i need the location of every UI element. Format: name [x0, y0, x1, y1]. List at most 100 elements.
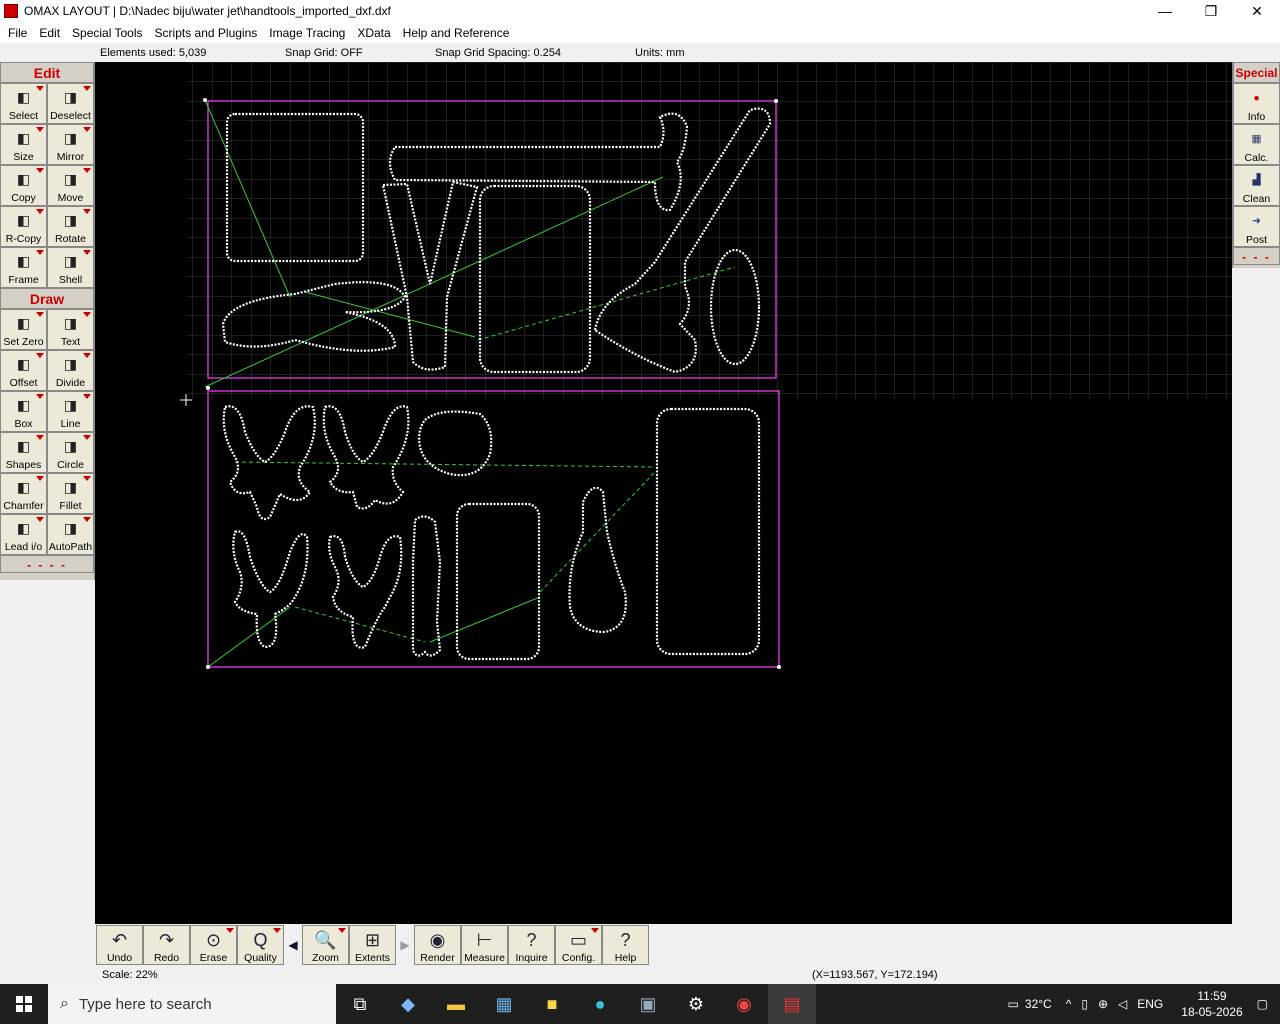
dropdown-arrow-icon: [36, 127, 44, 132]
extents-button[interactable]: ⊞ Extents: [349, 925, 396, 965]
edit-mirror-button[interactable]: ◨ Mirror: [47, 124, 94, 165]
edit-copy-button[interactable]: ◧ Copy: [0, 165, 47, 206]
draw-offset-button[interactable]: ◧ Offset: [0, 350, 47, 391]
copilot-icon[interactable]: ◆: [384, 984, 432, 1024]
menu-special-tools[interactable]: Special Tools: [66, 26, 149, 40]
special-info-button[interactable]: ● Info: [1233, 83, 1280, 124]
weather-icon[interactable]: ▭: [1008, 997, 1019, 1011]
draw-autopath-button[interactable]: ◨ AutoPath: [47, 514, 94, 555]
draw-lead-in-out-button[interactable]: ◧ Lead i/o: [0, 514, 47, 555]
edit-deselect-button[interactable]: ◨ Deselect: [47, 83, 94, 124]
draw-set-zero-button[interactable]: ◧ Set Zero: [0, 309, 47, 350]
edit-section-title: Edit: [0, 62, 94, 83]
edit-size-button[interactable]: ◧ Size: [0, 124, 47, 165]
taskbar-search[interactable]: ⌕ Type here to search: [48, 984, 336, 1024]
units-status[interactable]: Units: mm: [635, 47, 685, 59]
sticky-notes-icon[interactable]: ■: [528, 984, 576, 1024]
device-icon[interactable]: ▯: [1081, 997, 1088, 1011]
menu-help-reference[interactable]: Help and Reference: [397, 26, 516, 40]
erase-button[interactable]: ⊙ Erase: [190, 925, 237, 965]
menu-scripts-plugins[interactable]: Scripts and Plugins: [149, 26, 264, 40]
shell-icon: ◨: [63, 252, 78, 269]
tool-label: Set Zero: [3, 336, 44, 348]
dropdown-arrow-icon: [36, 250, 44, 255]
menu-xdata[interactable]: XData: [351, 26, 396, 40]
chrome-browser-icon[interactable]: ◉: [720, 984, 768, 1024]
move-icon: ◨: [63, 170, 78, 187]
help-button[interactable]: ? Help: [602, 925, 649, 965]
more-tools-button[interactable]: - - - -: [0, 555, 94, 573]
scroll-left-arrow-icon[interactable]: ◀: [284, 925, 302, 965]
drawing-svg[interactable]: [95, 62, 1232, 924]
language-indicator[interactable]: ENG: [1137, 997, 1163, 1011]
elements-used: Elements used: 5,039: [100, 47, 207, 59]
draw-box-button[interactable]: ◧ Box: [0, 391, 47, 432]
start-button[interactable]: [0, 984, 48, 1024]
close-button[interactable]: ✕: [1234, 0, 1280, 22]
task-view-icon[interactable]: ⧉: [336, 984, 384, 1024]
restore-button[interactable]: ❐: [1188, 0, 1234, 22]
tool-label: Render: [420, 952, 455, 964]
network-icon[interactable]: ⊕: [1098, 997, 1108, 1011]
draw-fillet-button[interactable]: ◨ Fillet: [47, 473, 94, 514]
menu-file[interactable]: File: [2, 26, 33, 40]
zoom-button[interactable]: 🔍 Zoom: [302, 925, 349, 965]
media-app-icon[interactable]: ▣: [624, 984, 672, 1024]
minimize-button[interactable]: —: [1142, 0, 1188, 22]
title-bar: OMAX LAYOUT | D:\Nadec biju\water jet\ha…: [0, 0, 1280, 22]
edge-browser-icon[interactable]: ●: [576, 984, 624, 1024]
dropdown-arrow-icon: [83, 476, 91, 481]
file-explorer-icon[interactable]: ▬: [432, 984, 480, 1024]
calculator-icon: ▦: [1251, 133, 1262, 145]
config-button[interactable]: ▭ Config.: [555, 925, 602, 965]
tool-label: Copy: [11, 192, 36, 204]
draw-chamfer-button[interactable]: ◧ Chamfer: [0, 473, 47, 514]
circle-icon: ◨: [63, 437, 78, 454]
settings-app-icon[interactable]: ⚙: [672, 984, 720, 1024]
notification-icon[interactable]: ▢: [1257, 997, 1268, 1011]
draw-text-button[interactable]: ◨ Text: [47, 309, 94, 350]
volume-icon[interactable]: ◁: [1118, 997, 1127, 1011]
quality-button[interactable]: Q Quality: [237, 925, 284, 965]
edit-move-button[interactable]: ◨ Move: [47, 165, 94, 206]
tool-label: Inquire: [515, 952, 548, 964]
undo-button[interactable]: ↶ Undo: [96, 925, 143, 965]
edit-rotary-copy-button[interactable]: ◧ R-Copy: [0, 206, 47, 247]
snap-grid-status[interactable]: Snap Grid: OFF: [285, 47, 363, 59]
edit-shell-button[interactable]: ◨ Shell: [47, 247, 94, 288]
edit-frame-button[interactable]: ◧ Frame: [0, 247, 47, 288]
inquire-button[interactable]: ? Inquire: [508, 925, 555, 965]
edit-rotate-button[interactable]: ◨ Rotate: [47, 206, 94, 247]
special-calculator-button[interactable]: ▦ Calc.: [1233, 124, 1280, 165]
scroll-right-arrow-icon[interactable]: ▶: [396, 925, 414, 965]
dropdown-arrow-icon: [338, 928, 346, 933]
special-post-button[interactable]: ➜ Post: [1233, 206, 1280, 247]
box-icon: ◧: [16, 396, 31, 413]
edit-select-button[interactable]: ◧ Select: [0, 83, 47, 124]
snap-grid-spacing[interactable]: Snap Grid Spacing: 0.254: [435, 47, 561, 59]
dropdown-arrow-icon: [36, 476, 44, 481]
dropdown-arrow-icon: [36, 435, 44, 440]
temperature[interactable]: 32°C: [1025, 997, 1052, 1011]
chevron-up-icon[interactable]: ^: [1066, 997, 1072, 1011]
tool-label: Mirror: [56, 151, 85, 163]
clock[interactable]: 11:59 18-05-2026: [1181, 988, 1242, 1020]
draw-line-button[interactable]: ◨ Line: [47, 391, 94, 432]
measure-button[interactable]: ⊢ Measure: [461, 925, 508, 965]
tool-label: Info: [1247, 111, 1266, 123]
more-special-button[interactable]: - - -: [1233, 247, 1280, 265]
calculator-app-icon[interactable]: ▦: [480, 984, 528, 1024]
draw-circle-button[interactable]: ◨ Circle: [47, 432, 94, 473]
tool-label: Deselect: [50, 110, 91, 122]
bottom-toolbar: ↶ Undo ↷ Redo ⊙ Erase Q Quality ◀ 🔍 Zoom ⊞ Extents ▶ ◉…: [95, 924, 1232, 966]
part-clip-3: [232, 530, 309, 649]
draw-shapes-button[interactable]: ◧ Shapes: [0, 432, 47, 473]
render-button[interactable]: ◉ Render: [414, 925, 461, 965]
drawing-canvas[interactable]: [95, 62, 1232, 924]
menu-edit[interactable]: Edit: [33, 26, 66, 40]
omax-taskbar-icon[interactable]: ▤: [768, 984, 816, 1024]
redo-button[interactable]: ↷ Redo: [143, 925, 190, 965]
special-clean-button[interactable]: ▟ Clean: [1233, 165, 1280, 206]
draw-divide-button[interactable]: ◨ Divide: [47, 350, 94, 391]
menu-image-tracing[interactable]: Image Tracing: [263, 26, 351, 40]
